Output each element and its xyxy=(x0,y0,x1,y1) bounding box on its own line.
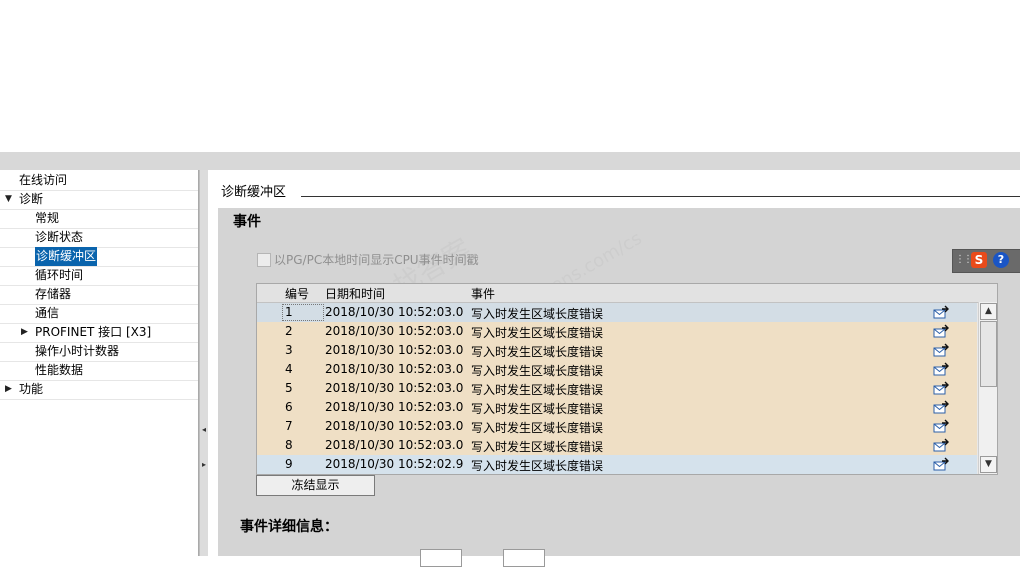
table-row[interactable]: 4 2018/10/30 10:52:03.0... 写入时发生区域长度错误 xyxy=(257,360,977,380)
cell-num: 5 xyxy=(285,381,293,395)
nav-item-label: 操作小时计数器 xyxy=(35,344,120,358)
nav-item-label: 性能数据 xyxy=(35,363,84,377)
event-help-icon[interactable] xyxy=(933,324,949,338)
cell-num: 2 xyxy=(285,324,293,338)
cell-num: 4 xyxy=(285,362,293,376)
nav-item[interactable]: 存储器 xyxy=(0,285,198,305)
events-table: 编号 日期和时间 事件 1 2018/10/30 10:52:03.0... 写入时… xyxy=(256,283,998,475)
cell-date: 2018/10/30 10:52:03.0... xyxy=(325,305,463,319)
cell-event: 写入时发生区域长度错误 xyxy=(471,326,604,340)
cell-num: 7 xyxy=(285,419,293,433)
title-strip xyxy=(0,152,1020,171)
column-header-num[interactable]: 编号 xyxy=(285,285,309,302)
cell-date: 2018/10/30 10:52:03.0... xyxy=(325,381,463,395)
cell-event: 写入时发生区域长度错误 xyxy=(471,383,604,397)
event-help-icon[interactable] xyxy=(933,419,949,433)
table-header: 编号 日期和时间 事件 xyxy=(257,284,997,303)
scroll-up-icon[interactable]: ▲ xyxy=(980,303,997,320)
cell-date: 2018/10/30 10:52:03.0... xyxy=(325,362,463,376)
event-help-icon[interactable] xyxy=(933,457,949,471)
scroll-thumb[interactable] xyxy=(980,321,997,387)
event-help-icon[interactable] xyxy=(933,381,949,395)
help-icon[interactable]: ? xyxy=(993,252,1009,268)
expand-down-icon[interactable]: ▼ xyxy=(5,190,12,209)
cell-event: 写入时发生区域长度错误 xyxy=(471,364,604,378)
cell-date: 2018/10/30 10:52:03.0... xyxy=(325,400,463,414)
cell-num: 3 xyxy=(285,343,293,357)
table-row[interactable]: 6 2018/10/30 10:52:03.0... 写入时发生区域长度错误 xyxy=(257,398,977,418)
event-help-icon[interactable] xyxy=(933,305,949,319)
event-help-icon[interactable] xyxy=(933,438,949,452)
nav-item[interactable]: 诊断缓冲区 xyxy=(0,247,198,267)
nav-item[interactable]: 诊断状态 xyxy=(0,228,198,248)
nav-item-label: 在线访问 xyxy=(19,173,68,187)
cell-date: 2018/10/30 10:52:03.0... xyxy=(325,324,463,338)
nav-item[interactable]: 常规 xyxy=(0,209,198,229)
collapse-left-icon[interactable]: ◂ xyxy=(200,422,208,438)
nav-item[interactable]: 操作小时计数器 xyxy=(0,342,198,362)
nav-item-label: 功能 xyxy=(19,382,44,396)
nav-item-label: 诊断 xyxy=(19,192,44,206)
cell-date: 2018/10/30 10:52:03.0... xyxy=(325,419,463,433)
nav-item-label: 常规 xyxy=(35,211,60,225)
column-header-event[interactable]: 事件 xyxy=(471,285,495,302)
cell-num: 6 xyxy=(285,400,293,414)
detail-field-1[interactable] xyxy=(420,549,462,567)
event-help-icon[interactable] xyxy=(933,343,949,357)
event-help-icon[interactable] xyxy=(933,362,949,376)
cell-date: 2018/10/30 10:52:02.9... xyxy=(325,457,463,471)
nav-item[interactable]: 在线访问 xyxy=(0,171,198,191)
nav-item[interactable]: 通信 xyxy=(0,304,198,324)
event-help-icon[interactable] xyxy=(933,400,949,414)
table-row[interactable]: 9 2018/10/30 10:52:02.9... 写入时发生区域长度错误 xyxy=(257,455,977,474)
section-title: 诊断缓冲区 xyxy=(221,185,287,200)
nav-item-label: 诊断状态 xyxy=(35,230,84,244)
expand-right-icon[interactable]: ▶ xyxy=(5,380,12,399)
detail-field-2[interactable] xyxy=(503,549,545,567)
nav-item-label: 诊断缓冲区 xyxy=(35,247,98,266)
cell-num: 1 xyxy=(282,304,324,321)
scroll-down-icon[interactable]: ▼ xyxy=(980,456,997,473)
table-row[interactable]: 8 2018/10/30 10:52:03.0... 写入时发生区域长度错误 xyxy=(257,436,977,456)
vertical-scrollbar[interactable]: ▲ ▼ xyxy=(978,302,997,474)
nav-item[interactable]: ▶ 功能 xyxy=(0,380,198,400)
cell-event: 写入时发生区域长度错误 xyxy=(471,307,604,321)
local-time-checkbox-label: 以PG/PC本地时间显示CPU事件时间戳 xyxy=(274,253,479,267)
nav-item-label: 通信 xyxy=(35,306,60,320)
sogou-ime-icon[interactable]: S xyxy=(971,252,987,268)
cell-num: 9 xyxy=(285,457,293,471)
nav-item-label: PROFINET 接口 [X3] xyxy=(35,325,152,339)
cell-event: 写入时发生区域长度错误 xyxy=(471,459,604,473)
event-details-heading: 事件详细信息： xyxy=(240,519,338,535)
freeze-display-button[interactable]: 冻结显示 xyxy=(256,475,375,496)
nav-item[interactable]: ▶ PROFINET 接口 [X3] xyxy=(0,323,198,343)
grip-icon[interactable]: ⋮⋮ xyxy=(955,254,973,265)
table-row[interactable]: 7 2018/10/30 10:52:03.0... 写入时发生区域长度错误 xyxy=(257,417,977,437)
nav-item[interactable]: ▼ 诊断 xyxy=(0,190,198,210)
section-divider xyxy=(301,196,1020,197)
cell-event: 写入时发生区域长度错误 xyxy=(471,402,604,416)
events-heading: 事件 xyxy=(233,214,261,230)
table-row[interactable]: 5 2018/10/30 10:52:03.0... 写入时发生区域长度错误 xyxy=(257,379,977,399)
expand-right-icon[interactable]: ▸ xyxy=(200,457,208,473)
column-header-date[interactable]: 日期和时间 xyxy=(325,285,385,302)
table-row[interactable]: 1 2018/10/30 10:52:03.0... 写入时发生区域长度错误 xyxy=(257,303,977,323)
cell-event: 写入时发生区域长度错误 xyxy=(471,345,604,359)
nav-item-label: 循环时间 xyxy=(35,268,84,282)
nav-item[interactable]: 性能数据 xyxy=(0,361,198,381)
expand-right-icon[interactable]: ▶ xyxy=(21,323,28,342)
cell-date: 2018/10/30 10:52:03.0... xyxy=(325,438,463,452)
nav-item[interactable]: 循环时间 xyxy=(0,266,198,286)
table-row[interactable]: 2 2018/10/30 10:52:03.0... 写入时发生区域长度错误 xyxy=(257,322,977,342)
nav-item-label: 存储器 xyxy=(35,287,72,301)
cell-event: 写入时发生区域长度错误 xyxy=(471,421,604,435)
cell-date: 2018/10/30 10:52:03.0... xyxy=(325,343,463,357)
local-time-checkbox[interactable] xyxy=(257,253,271,267)
cell-event: 写入时发生区域长度错误 xyxy=(471,440,604,454)
cell-num: 8 xyxy=(285,438,293,452)
table-row[interactable]: 3 2018/10/30 10:52:03.0... 写入时发生区域长度错误 xyxy=(257,341,977,361)
navigation-tree: 在线访问 ▼ 诊断常规诊断状态诊断缓冲区循环时间存储器通信 ▶ PROFINET 接口 … xyxy=(0,170,199,556)
